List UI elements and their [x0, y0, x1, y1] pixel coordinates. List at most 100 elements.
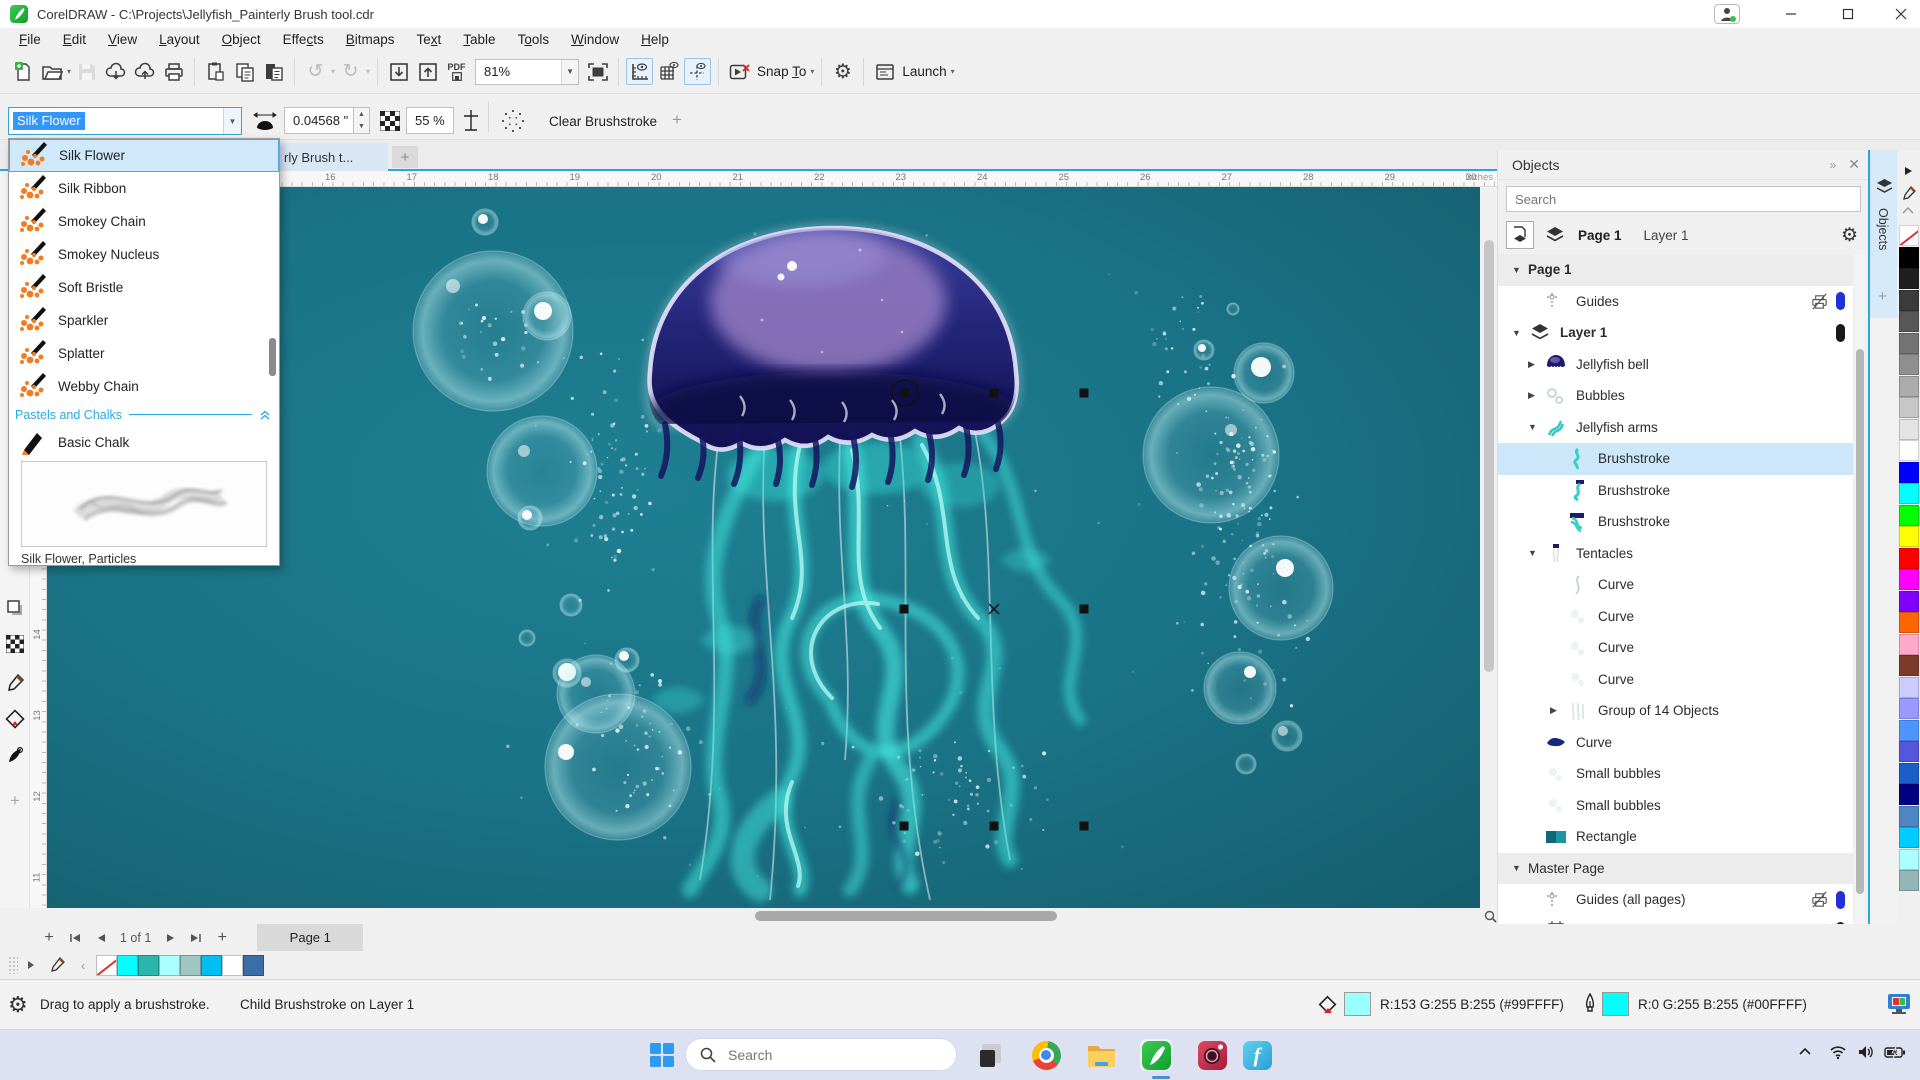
color-swatch[interactable]: [1899, 784, 1919, 805]
expanded-arrow-icon[interactable]: ▼: [1528, 548, 1538, 558]
menu-view[interactable]: View: [97, 30, 148, 49]
tray-wifi-icon[interactable]: [1829, 1044, 1847, 1060]
color-swatch[interactable]: [1899, 805, 1919, 827]
smart-fill-tool-icon[interactable]: [3, 707, 27, 731]
taskbar-app-chrome[interactable]: [1030, 1039, 1062, 1071]
palette-eyedropper-icon[interactable]: [1901, 186, 1916, 201]
color-swatch[interactable]: [1899, 526, 1919, 547]
brush-item-webby-chain[interactable]: Webby Chain: [9, 370, 279, 403]
palette-scroll-up-icon[interactable]: [1903, 166, 1913, 176]
launch-label[interactable]: Launch: [902, 64, 946, 79]
tree-item-rectangle[interactable]: Rectangle: [1498, 821, 1853, 853]
color-swatch[interactable]: [1899, 397, 1919, 418]
tree-scrollbar[interactable]: [1855, 254, 1865, 949]
collapsed-arrow-icon[interactable]: ▶: [1528, 390, 1538, 401]
tree-item-curve[interactable]: Curve: [1498, 632, 1853, 664]
color-swatch[interactable]: [1899, 719, 1919, 741]
print-icon[interactable]: [160, 58, 187, 85]
tree-item-guides[interactable]: Guides: [1498, 285, 1853, 317]
doc-swatch[interactable]: [159, 954, 180, 976]
close-button[interactable]: [1886, 2, 1916, 26]
zoom-combo-caret[interactable]: ▼: [561, 59, 579, 84]
color-swatch[interactable]: [1899, 246, 1919, 268]
color-swatch[interactable]: [1899, 676, 1919, 698]
menu-window[interactable]: Window: [560, 30, 630, 49]
snap-off-icon[interactable]: [726, 58, 753, 85]
color-swatch[interactable]: [1899, 612, 1919, 633]
menu-file[interactable]: File: [8, 30, 52, 49]
zoom-level-combo[interactable]: 81% ▼: [475, 58, 580, 85]
taskbar-search[interactable]: [685, 1038, 957, 1071]
active-page-label[interactable]: Page 1: [1578, 228, 1622, 243]
fullscreen-preview-icon[interactable]: [584, 58, 611, 85]
brush-category-header[interactable]: Pastels and Chalks: [9, 403, 279, 426]
menu-table[interactable]: Table: [452, 30, 506, 49]
show-rulers-icon[interactable]: [626, 58, 654, 85]
add-preset-icon[interactable]: +: [672, 110, 682, 130]
paint-tool-icon[interactable]: [3, 744, 27, 768]
import-icon[interactable]: [385, 58, 412, 85]
color-swatch[interactable]: [1899, 633, 1919, 655]
first-page-icon[interactable]: [62, 927, 88, 949]
color-swatch[interactable]: [1899, 827, 1919, 848]
color-swatch[interactable]: [1899, 461, 1919, 483]
brush-item-smokey-nucleus[interactable]: Smokey Nucleus: [9, 238, 279, 271]
taskbar-app-fontmanager[interactable]: f: [1241, 1039, 1273, 1071]
menu-object[interactable]: Object: [211, 30, 272, 49]
taskbar-app-photopaint[interactable]: [1196, 1039, 1228, 1071]
minimize-button[interactable]: [1776, 2, 1806, 26]
tray-battery-icon[interactable]: [1884, 1044, 1906, 1060]
docpal-grip[interactable]: [8, 956, 18, 974]
color-swatch[interactable]: [1899, 354, 1919, 375]
objects-search-input[interactable]: [1506, 186, 1861, 212]
collapsed-arrow-icon[interactable]: ▶: [1550, 705, 1560, 716]
layer-color-pill[interactable]: [1836, 292, 1845, 311]
tree-item-brushstroke[interactable]: Brushstroke: [1498, 474, 1853, 506]
view-pages-icon[interactable]: [1506, 221, 1534, 249]
show-grid-icon[interactable]: [655, 58, 682, 85]
next-page-icon[interactable]: [157, 927, 183, 949]
color-swatch[interactable]: [1899, 332, 1919, 354]
taskbar-app-widgets[interactable]: [975, 1039, 1007, 1071]
tree-item-small-bubbles[interactable]: Small bubbles: [1498, 789, 1853, 821]
print-disabled-icon[interactable]: [1810, 890, 1829, 909]
view-layers-icon[interactable]: [1544, 225, 1566, 245]
doc-swatch[interactable]: [243, 954, 264, 976]
color-swatch[interactable]: [1899, 418, 1919, 440]
paste-special-icon[interactable]: [260, 58, 287, 85]
tree-item-group-of-14-objects[interactable]: ▶ Group of 14 Objects: [1498, 695, 1853, 727]
page-tab[interactable]: Page 1: [257, 924, 364, 951]
objects-tab-icon[interactable]: [1875, 178, 1894, 195]
show-guidelines-icon[interactable]: [684, 58, 712, 85]
docker-options-gear-icon[interactable]: ⚙: [1841, 224, 1858, 247]
brush-item-smokey-chain[interactable]: Smokey Chain: [9, 205, 279, 238]
brush-item-silk-ribbon[interactable]: Silk Ribbon: [9, 172, 279, 205]
doc-swatch[interactable]: [201, 954, 222, 976]
menu-effects[interactable]: Effects: [272, 30, 335, 49]
tree-item-jellyfish-arms[interactable]: ▼ Jellyfish arms: [1498, 411, 1853, 443]
copy-icon[interactable]: [231, 58, 258, 85]
fill-color-swatch[interactable]: [1344, 992, 1371, 1016]
objects-tab-label[interactable]: Objects: [1876, 208, 1890, 250]
taskbar-app-coreldraw-active[interactable]: [1140, 1039, 1172, 1071]
expanded-arrow-icon[interactable]: ▼: [1512, 265, 1522, 275]
dropdown-scrollbar[interactable]: [269, 142, 277, 592]
eyedropper-tool-icon[interactable]: [3, 671, 27, 695]
dropdown-scrollbar-thumb[interactable]: [269, 338, 276, 376]
docpal-flyout-icon[interactable]: [18, 954, 44, 976]
doc-swatch-none[interactable]: [96, 954, 117, 976]
color-swatch[interactable]: [1899, 698, 1919, 719]
tray-volume-icon[interactable]: [1857, 1044, 1875, 1060]
tree-item-curve[interactable]: Curve: [1498, 600, 1853, 632]
launch-caret[interactable]: ▾: [951, 67, 955, 76]
new-tab-button[interactable]: +: [392, 146, 418, 168]
menu-text[interactable]: Text: [406, 30, 453, 49]
new-document-icon[interactable]: [9, 58, 36, 85]
status-gear-icon[interactable]: ⚙: [8, 992, 28, 1018]
doc-swatch[interactable]: [117, 954, 138, 976]
brush-item-basic-chalk[interactable]: Basic Chalk: [9, 426, 279, 459]
nib-size-spinner[interactable]: ▲ ▼: [354, 107, 370, 134]
export-icon[interactable]: [414, 58, 441, 85]
launch-icon[interactable]: [871, 58, 898, 85]
add-tool-icon[interactable]: +: [3, 789, 27, 813]
